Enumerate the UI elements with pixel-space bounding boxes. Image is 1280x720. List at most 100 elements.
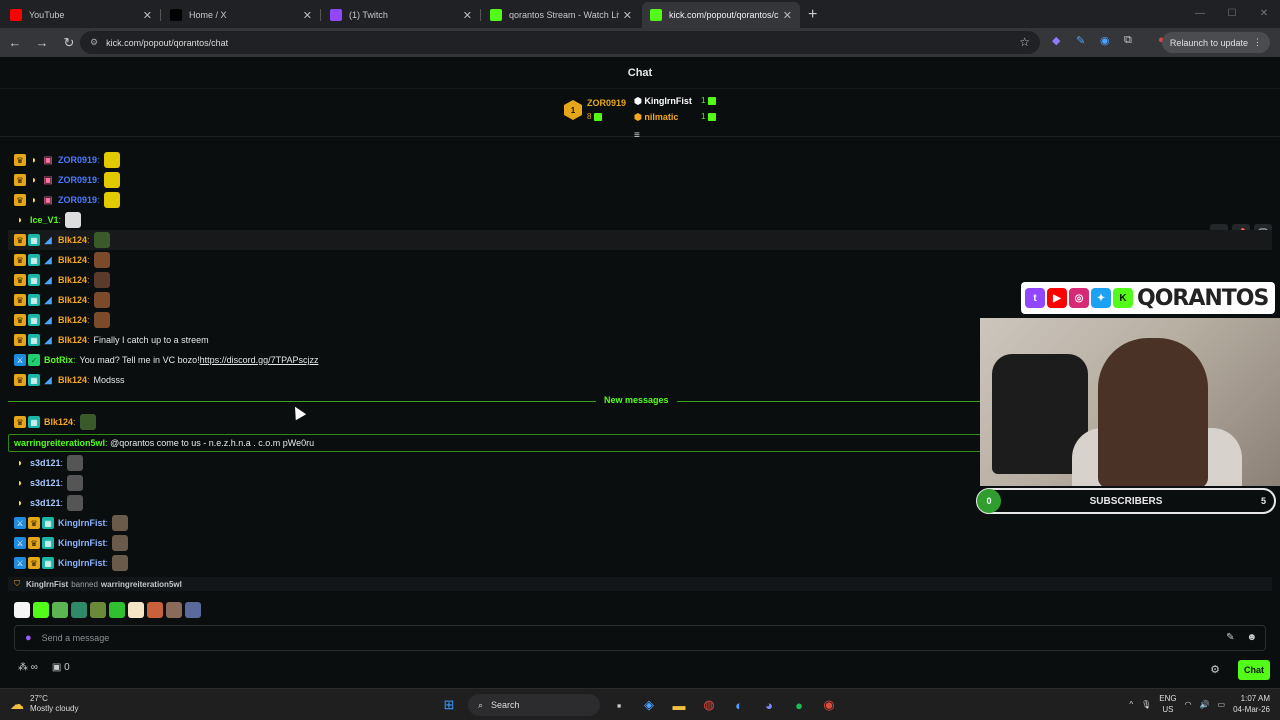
- chat-message[interactable]: ◗ s3d121:: [14, 473, 84, 493]
- emote[interactable]: [103, 192, 120, 208]
- subscriber-badge-icon[interactable]: ▦: [42, 557, 54, 569]
- chat-message[interactable]: ♛ ▦ ◢ Blk124: Modsss: [14, 370, 125, 390]
- emote-button[interactable]: [147, 602, 163, 618]
- browser-tab[interactable]: YouTube ✕: [2, 2, 161, 28]
- browser-tab[interactable]: Home / X ✕: [162, 2, 321, 28]
- emote[interactable]: [112, 535, 129, 551]
- banana-badge-icon[interactable]: ◗: [14, 497, 26, 509]
- crown-badge-icon[interactable]: ♛: [14, 254, 26, 266]
- chat-message[interactable]: ♛ ▦ ◢ Blk124:: [8, 230, 1272, 250]
- subscriber-badge-icon[interactable]: ▦: [42, 537, 54, 549]
- emote-button[interactable]: [166, 602, 182, 618]
- emote[interactable]: [103, 152, 120, 168]
- chat-message[interactable]: ♛ ▦ ◢ Blk124:: [14, 310, 110, 330]
- banana-badge-icon[interactable]: ◗: [28, 194, 40, 206]
- clock[interactable]: 1:07 AM 04-Mar-26: [1233, 693, 1270, 715]
- banana-badge-icon[interactable]: ◗: [14, 477, 26, 489]
- shark-badge-icon[interactable]: ◢: [42, 334, 54, 346]
- close-window-icon[interactable]: ✕: [1248, 0, 1280, 26]
- back-icon[interactable]: ←: [3, 35, 27, 50]
- username[interactable]: Blk124: [58, 295, 87, 305]
- emote-button[interactable]: [14, 602, 30, 618]
- weather-widget[interactable]: ☁ 27°C Mostly cloudy: [10, 694, 78, 714]
- crown-badge-icon[interactable]: ♛: [28, 537, 40, 549]
- address-bar[interactable]: ⚙ kick.com/popout/qorantos/chat ☆: [80, 31, 1040, 54]
- crown-badge-icon[interactable]: ♛: [14, 174, 26, 186]
- chat-message[interactable]: ♛ ▦ ◢ Blk124:: [14, 250, 110, 270]
- crown-badge-icon[interactable]: ♛: [14, 334, 26, 346]
- extension-icon[interactable]: ◆: [1052, 34, 1060, 47]
- channel-points-icon[interactable]: ⁂ ∞: [18, 662, 38, 673]
- flagged-message[interactable]: warringreiteration5wl: @qorantos come to…: [8, 434, 982, 452]
- emote[interactable]: [93, 272, 110, 288]
- app-icon[interactable]: ◐: [728, 694, 750, 716]
- chat-input[interactable]: ● Send a message ✎ ☻: [14, 625, 1266, 651]
- chat-message[interactable]: ♛ ▦ ◢ Blk124:: [14, 270, 110, 290]
- emote[interactable]: [93, 232, 110, 248]
- points-value-group[interactable]: ▣ 0: [52, 662, 70, 673]
- username[interactable]: Ice_V1: [30, 215, 59, 225]
- crown-badge-icon[interactable]: ♛: [28, 557, 40, 569]
- translate-icon[interactable]: ✎: [1226, 632, 1234, 643]
- minimize-icon[interactable]: —: [1184, 0, 1216, 26]
- tab-close-icon[interactable]: ✕: [303, 9, 312, 22]
- wifi-icon[interactable]: ◠: [1185, 700, 1192, 709]
- shark-badge-icon[interactable]: ◢: [42, 294, 54, 306]
- emote-button[interactable]: [128, 602, 144, 618]
- translate-extension-icon[interactable]: ✎: [1076, 34, 1085, 47]
- language-indicator[interactable]: ENG US: [1159, 693, 1176, 715]
- chrome-icon[interactable]: ◍: [698, 694, 720, 716]
- chat-message[interactable]: ⚔ ✓ BotRix: You mad? Tell me in VC bozo! ht…: [14, 350, 318, 370]
- emote-button[interactable]: [185, 602, 201, 618]
- banana-badge-icon[interactable]: ◗: [14, 214, 26, 226]
- username[interactable]: s3d121: [30, 498, 61, 508]
- maximize-icon[interactable]: ☐: [1216, 0, 1248, 26]
- new-messages-label[interactable]: New messages: [596, 395, 677, 405]
- site-info-icon[interactable]: ⚙: [90, 37, 98, 48]
- emote-button[interactable]: [109, 602, 125, 618]
- username[interactable]: Blk124: [58, 255, 87, 265]
- leader-top-name[interactable]: ZOR0919: [587, 98, 626, 108]
- moderator-badge-icon[interactable]: ⚔: [14, 557, 26, 569]
- moderator-badge-icon[interactable]: ⚔: [14, 537, 26, 549]
- username[interactable]: warringreiteration5wl: [14, 438, 105, 448]
- emote[interactable]: [67, 475, 84, 491]
- taskbar-search[interactable]: ⌕ Search: [468, 694, 600, 716]
- chat-message[interactable]: ♛ ◗ ▣ ZOR0919:: [14, 170, 120, 190]
- shark-badge-icon[interactable]: ◢: [42, 314, 54, 326]
- emote-button[interactable]: [90, 602, 106, 618]
- emote[interactable]: [65, 212, 82, 228]
- username[interactable]: KingIrnFist: [58, 558, 106, 568]
- username[interactable]: s3d121: [30, 478, 61, 488]
- chat-message[interactable]: ◗ Ice_V1:: [14, 210, 82, 230]
- subscriber-badge-icon[interactable]: ▦: [28, 374, 40, 386]
- emote[interactable]: [79, 414, 96, 430]
- emote-button[interactable]: [52, 602, 68, 618]
- chat-message[interactable]: ♛ ▦ Blk124:: [14, 412, 96, 432]
- username[interactable]: Blk124: [58, 335, 87, 345]
- tab-close-icon[interactable]: ✕: [783, 9, 792, 22]
- emote[interactable]: [93, 312, 110, 328]
- banana-badge-icon[interactable]: ◗: [28, 154, 40, 166]
- username[interactable]: BotRix: [44, 355, 73, 365]
- username[interactable]: ZOR0919: [58, 155, 97, 165]
- emote[interactable]: [112, 555, 129, 571]
- microphone-icon[interactable]: ●: [25, 632, 32, 644]
- browser-tab[interactable]: qorantos Stream - Watch Live o ✕: [482, 2, 640, 28]
- username[interactable]: KingIrnFist: [58, 538, 106, 548]
- tab-close-icon[interactable]: ✕: [463, 9, 472, 22]
- task-view-icon[interactable]: ▪: [608, 694, 630, 716]
- ban-target[interactable]: warringreiteration5wl: [101, 580, 182, 589]
- send-chat-button[interactable]: Chat: [1238, 660, 1270, 680]
- chat-message[interactable]: ◗ s3d121:: [14, 493, 84, 513]
- subscriber-badge-icon[interactable]: ▦: [28, 294, 40, 306]
- audio-extension-icon[interactable]: ◉: [1100, 34, 1110, 47]
- bookmark-star-icon[interactable]: ☆: [1019, 35, 1030, 49]
- crown-badge-icon[interactable]: ♛: [14, 374, 26, 386]
- chat-message[interactable]: ♛ ◗ ▣ ZOR0919:: [14, 150, 120, 170]
- emote-button[interactable]: [71, 602, 87, 618]
- verified-badge-icon[interactable]: ✓: [28, 354, 40, 366]
- banana-badge-icon[interactable]: ◗: [14, 457, 26, 469]
- gift-badge-icon[interactable]: ▣: [42, 174, 54, 186]
- shark-badge-icon[interactable]: ◢: [42, 274, 54, 286]
